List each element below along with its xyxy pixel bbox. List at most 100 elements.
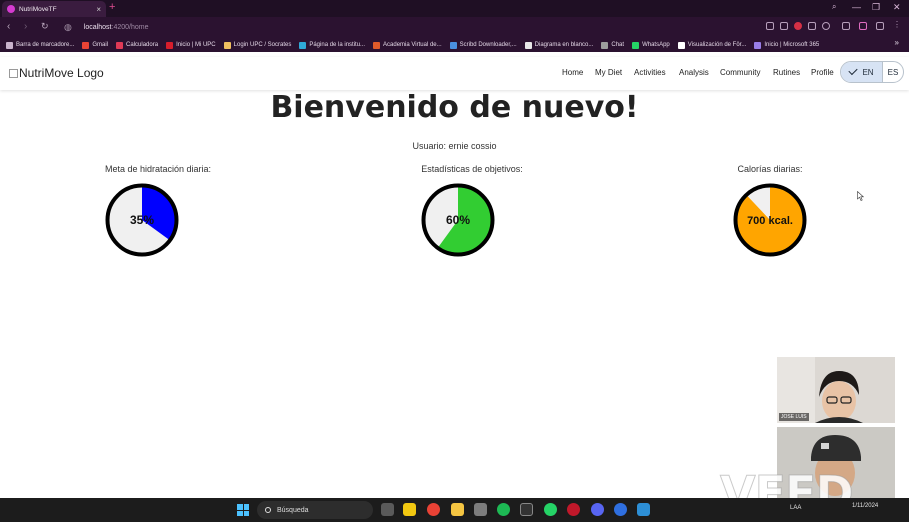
bookmark-icon <box>223 41 231 49</box>
app-icon[interactable] <box>474 503 487 516</box>
app-icon[interactable] <box>637 503 650 516</box>
taskbar-clock[interactable]: 1/11/2024 <box>852 502 878 510</box>
record-icon[interactable] <box>794 22 802 30</box>
nav-my-diet[interactable]: My Diet <box>595 68 622 77</box>
bookmark-icon <box>373 41 381 49</box>
nav-activities[interactable]: Activities <box>634 68 666 77</box>
bookmark-label: Inicio | Microsoft 365 <box>764 42 820 48</box>
bookmark-icon <box>601 41 609 49</box>
site-info-icon[interactable]: ◍ <box>64 22 72 33</box>
reload-icon[interactable]: ↻ <box>41 21 49 32</box>
browser-toolbar: ‹ › ↻ ◍ localhost:4200/home ⋮ <box>0 17 909 38</box>
bookmark-item[interactable]: Barra de marcadore... <box>6 41 74 49</box>
bookmark-item[interactable]: Calculadora <box>116 41 159 49</box>
bookmark-label: Calculadora <box>126 42 159 48</box>
url-text: localhost:4200/home <box>83 24 149 31</box>
opera-icon[interactable] <box>567 503 580 516</box>
browser-tab-strip: NutriMoveTF × + ⌕ — ❐ ✕ <box>0 0 909 17</box>
goals-label: Estadísticas de objetivos: <box>421 164 523 174</box>
calories-label: Calorías diarias: <box>737 164 803 174</box>
bookmark-label: Scribd Downloader,... <box>459 42 517 48</box>
goals-chart: 60% <box>420 182 496 258</box>
bookmark-item[interactable]: Inicio | Microsoft 365 <box>754 41 820 49</box>
maximize-button[interactable]: ❐ <box>872 2 880 13</box>
broken-image-icon <box>9 68 18 78</box>
windows-taskbar: Búsqueda LAA 1/11/2024 <box>0 498 909 522</box>
taskbar-date: 1/11/2024 <box>852 503 879 509</box>
app-logo[interactable]: NutriMove Logo <box>9 66 104 80</box>
downloads-icon[interactable] <box>876 22 884 30</box>
bookmarks-bar: Barra de marcadore... Gmail Calculadora Ini… <box>0 38 909 52</box>
bookmark-icon <box>6 41 13 49</box>
whatsapp-icon[interactable] <box>544 503 557 516</box>
nav-profile[interactable]: Profile <box>811 68 834 77</box>
app-favicon-icon <box>7 5 15 13</box>
notion-icon[interactable] <box>520 503 533 516</box>
nav-rutines[interactable]: Rutines <box>773 68 800 77</box>
bookmark-icon <box>632 41 640 49</box>
task-view-icon[interactable] <box>381 503 394 516</box>
bookmark-icon <box>449 41 457 49</box>
bookmark-item[interactable]: Diagrama en blanco... <box>524 41 594 49</box>
screenshot-icon[interactable] <box>780 22 788 30</box>
profile-icon[interactable] <box>859 22 867 30</box>
bookmark-item[interactable]: WhatsApp <box>632 41 670 49</box>
logo-alt-text: NutriMove Logo <box>19 66 104 80</box>
bookmark-icon <box>299 41 307 49</box>
minimize-button[interactable]: — <box>852 2 861 12</box>
taskbar-search[interactable]: Búsqueda <box>257 501 373 519</box>
close-window-button[interactable]: ✕ <box>893 2 901 13</box>
bookmark-item[interactable]: Inicio | Mi UPC <box>166 41 216 49</box>
chrome-icon[interactable] <box>427 503 440 516</box>
windows-start-icon[interactable] <box>237 504 249 516</box>
favorites-icon[interactable] <box>822 22 830 30</box>
bookmark-item[interactable]: Chat <box>601 41 625 49</box>
discord-icon[interactable] <box>591 503 604 516</box>
app-icon[interactable] <box>614 503 627 516</box>
bookmark-item[interactable]: Página de la institu... <box>299 41 365 49</box>
bookmark-item[interactable]: Visualización de För... <box>677 41 747 49</box>
search-placeholder: Búsqueda <box>277 506 309 514</box>
close-tab-icon[interactable]: × <box>96 5 101 14</box>
participant-name: JOSE LUIS <box>779 413 809 421</box>
bookmark-label: Inicio | Mi UPC <box>176 42 216 48</box>
bookmark-label: Visualización de För... <box>687 42 747 48</box>
address-bar[interactable]: ◍ localhost:4200/home <box>58 19 758 36</box>
search-icon <box>265 507 271 513</box>
nav-community[interactable]: Community <box>720 68 760 77</box>
bookmark-item[interactable]: Login UPC / Socrates <box>223 41 292 49</box>
browser-search-icon[interactable]: ⌕ <box>832 2 836 12</box>
new-tab-button[interactable]: + <box>109 1 115 13</box>
more-bookmarks-icon[interactable]: » <box>895 38 899 47</box>
input-language[interactable]: LAA <box>790 505 801 511</box>
bookmark-label: Academia Virtual de... <box>383 42 442 48</box>
lang-en-button[interactable]: EN <box>841 62 882 82</box>
nav-home[interactable]: Home <box>562 68 583 77</box>
play-icon[interactable] <box>808 22 816 30</box>
bookmark-item[interactable]: Gmail <box>82 41 109 49</box>
hydration-chart: 35% <box>104 182 180 258</box>
lang-en-label: EN <box>862 67 874 77</box>
bookmark-label: Chat <box>611 42 625 48</box>
bookmark-label: Gmail <box>92 42 109 48</box>
bookmark-label: Login UPC / Socrates <box>233 42 292 48</box>
install-app-icon[interactable] <box>766 22 774 30</box>
bookmark-icon <box>754 41 762 49</box>
sticky-notes-icon[interactable] <box>403 503 416 516</box>
back-icon[interactable]: ‹ <box>7 21 10 32</box>
check-icon <box>848 65 859 76</box>
menu-icon[interactable]: ⋮ <box>893 20 901 29</box>
lang-es-button[interactable]: ES <box>882 62 903 82</box>
nav-analysis[interactable]: Analysis <box>679 68 709 77</box>
browser-tab[interactable]: NutriMoveTF × <box>2 1 106 17</box>
file-explorer-icon[interactable] <box>451 503 464 516</box>
forward-icon[interactable]: › <box>24 21 27 32</box>
bookmark-item[interactable]: Scribd Downloader,... <box>449 41 517 49</box>
bookmark-label: Diagrama en blanco... <box>534 42 594 48</box>
app-navbar: NutriMove Logo Home My Diet Activities A… <box>0 57 909 90</box>
pie-value-label: 35% <box>130 213 154 227</box>
extensions-icon[interactable] <box>842 22 850 30</box>
bookmark-label: WhatsApp <box>642 42 670 48</box>
spotify-icon[interactable] <box>497 503 510 516</box>
bookmark-item[interactable]: Academia Virtual de... <box>373 41 442 49</box>
